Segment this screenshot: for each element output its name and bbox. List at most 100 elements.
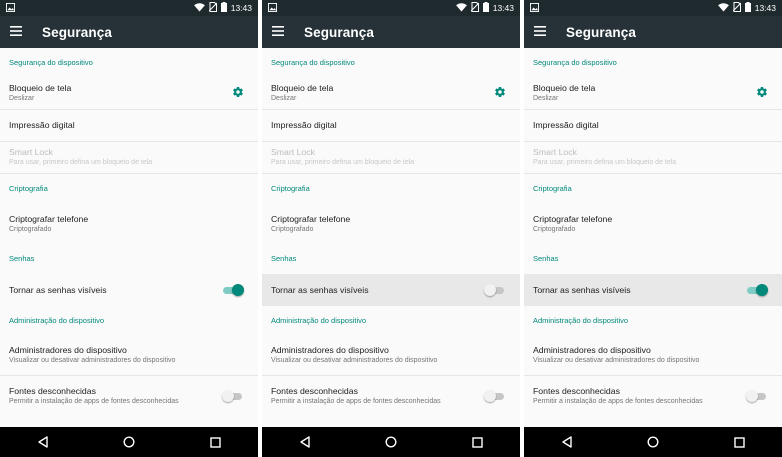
screen-lock-label: Bloqueio de tela <box>271 83 334 93</box>
section-device-admin: Administração do dispositivo <box>533 316 629 325</box>
no-sim-icon <box>208 2 218 14</box>
gear-icon[interactable] <box>756 85 768 103</box>
show-passwords-toggle[interactable] <box>222 284 244 296</box>
menu-icon[interactable] <box>10 23 22 41</box>
device-admins-item[interactable]: Administradores do dispositivo Visualiza… <box>262 336 520 376</box>
gear-icon[interactable] <box>232 85 244 103</box>
menu-icon[interactable] <box>272 23 284 41</box>
encrypt-phone-item[interactable]: Criptografar telefone Criptografado <box>0 204 258 244</box>
section-passwords: Senhas <box>271 254 297 263</box>
nav-bar <box>524 427 782 457</box>
wifi-icon <box>455 2 467 14</box>
fingerprint-item[interactable]: Impressão digital <box>262 110 520 142</box>
admins-sub: Visualizar ou desativar administradores … <box>9 357 176 364</box>
unknown-sources-toggle[interactable] <box>746 390 768 402</box>
section-device-admin: Administração do dispositivo <box>9 316 105 325</box>
screen-lock-item[interactable]: Bloqueio de tela Deslizar <box>524 78 782 110</box>
unknown-sources-item[interactable]: Fontes desconhecidas Permitir a instalaç… <box>0 376 258 416</box>
fingerprint-label: Impressão digital <box>9 120 75 130</box>
fingerprint-item[interactable]: Impressão digital <box>524 110 782 142</box>
screen-lock-item[interactable]: Bloqueio de tela Deslizar <box>0 78 258 110</box>
device-admins-item[interactable]: Administradores do dispositivo Visualiza… <box>0 336 258 376</box>
unknown-sources-toggle[interactable] <box>484 390 506 402</box>
unknown-sources-item[interactable]: Fontes desconhecidas Permitir a instalaç… <box>262 376 520 416</box>
recents-icon[interactable] <box>469 434 485 450</box>
section-device-security: Segurança do dispositivo <box>271 58 355 67</box>
admins-label: Administradores do dispositivo <box>271 345 389 355</box>
unknown-label: Fontes desconhecidas <box>533 385 620 396</box>
phone-screen-1: 13:43 Segurança Segurança do dispositivo… <box>0 0 258 457</box>
show-passwords-item[interactable]: Tornar as senhas visíveis <box>262 274 520 306</box>
encrypt-phone-item[interactable]: Criptografar telefone Criptografado <box>262 204 520 244</box>
show-passwords-toggle[interactable] <box>484 284 506 296</box>
section-crypto: Criptografia <box>271 184 310 193</box>
no-sim-icon <box>470 2 480 14</box>
screen-lock-item[interactable]: Bloqueio de tela Deslizar <box>262 78 520 110</box>
unknown-sources-item[interactable]: Fontes desconhecidas Permitir a instalaç… <box>524 376 782 416</box>
show-passwords-item[interactable]: Tornar as senhas visíveis <box>0 274 258 306</box>
image-notification-icon <box>6 2 15 14</box>
show-passwords-toggle[interactable] <box>746 284 768 296</box>
back-icon[interactable] <box>297 434 313 450</box>
device-admins-item[interactable]: Administradores do dispositivo Visualiza… <box>524 336 782 376</box>
back-icon[interactable] <box>35 434 51 450</box>
smart-lock-label: Smart Lock <box>271 147 315 157</box>
admins-label: Administradores do dispositivo <box>9 345 127 355</box>
smart-lock-sub: Para usar, primeiro defina um bloqueio d… <box>271 159 415 166</box>
smart-lock-item: Smart Lock Para usar, primeiro defina um… <box>0 142 258 174</box>
fingerprint-item[interactable]: Impressão digital <box>0 110 258 142</box>
encrypt-phone-item[interactable]: Criptografar telefone Criptografado <box>524 204 782 244</box>
recents-icon[interactable] <box>731 434 747 450</box>
home-icon[interactable] <box>645 434 661 450</box>
admins-label: Administradores do dispositivo <box>533 345 651 355</box>
gear-icon[interactable] <box>494 85 506 103</box>
page-title: Segurança <box>566 24 636 40</box>
smart-lock-label: Smart Lock <box>533 147 577 157</box>
status-bar: 13:43 <box>0 0 258 16</box>
page-title: Segurança <box>42 24 112 40</box>
unknown-sub: Permitir a instalação de apps de fontes … <box>533 397 703 405</box>
show-passwords-item[interactable]: Tornar as senhas visíveis <box>524 274 782 306</box>
menu-icon[interactable] <box>534 23 546 41</box>
home-icon[interactable] <box>121 434 137 450</box>
section-device-security: Segurança do dispositivo <box>533 58 617 67</box>
battery-icon <box>744 2 751 14</box>
screen-lock-label: Bloqueio de tela <box>9 83 72 93</box>
clock-time: 13:43 <box>754 3 776 13</box>
status-bar: 13:43 <box>262 0 520 16</box>
settings-list: Segurança do dispositivo Bloqueio de tel… <box>262 48 520 427</box>
unknown-sub: Permitir a instalação de apps de fontes … <box>271 397 441 405</box>
smart-lock-item: Smart Lock Para usar, primeiro defina um… <box>262 142 520 174</box>
app-bar: Segurança <box>262 16 520 48</box>
battery-icon <box>482 2 489 14</box>
recents-icon[interactable] <box>207 434 223 450</box>
encrypt-sub: Criptografado <box>271 225 314 233</box>
unknown-label: Fontes desconhecidas <box>9 385 96 396</box>
home-icon[interactable] <box>383 434 399 450</box>
nav-bar <box>262 427 520 457</box>
fingerprint-label: Impressão digital <box>533 120 599 130</box>
show-passwords-label: Tornar as senhas visíveis <box>9 284 107 295</box>
screen-lock-sub: Deslizar <box>271 95 297 102</box>
unknown-sources-toggle[interactable] <box>222 390 244 402</box>
back-icon[interactable] <box>559 434 575 450</box>
show-passwords-label: Tornar as senhas visíveis <box>533 284 631 295</box>
phone-screen-3: 13:43 Segurança Segurança do dispositivo… <box>524 0 782 457</box>
app-bar: Segurança <box>0 16 258 48</box>
admins-sub: Visualizar ou desativar administradores … <box>271 357 438 364</box>
smart-lock-item: Smart Lock Para usar, primeiro defina um… <box>524 142 782 174</box>
no-sim-icon <box>732 2 742 14</box>
smart-lock-label: Smart Lock <box>9 147 53 157</box>
screen-lock-sub: Deslizar <box>533 95 559 102</box>
section-crypto: Criptografia <box>9 184 48 193</box>
status-bar: 13:43 <box>524 0 782 16</box>
settings-list: Segurança do dispositivo Bloqueio de tel… <box>0 48 258 427</box>
section-crypto: Criptografia <box>533 184 572 193</box>
smart-lock-sub: Para usar, primeiro defina um bloqueio d… <box>9 159 153 166</box>
fingerprint-label: Impressão digital <box>271 120 337 130</box>
encrypt-label: Criptografar telefone <box>9 213 89 224</box>
unknown-label: Fontes desconhecidas <box>271 385 358 396</box>
phone-screen-2: 13:43 Segurança Segurança do dispositivo… <box>262 0 520 457</box>
show-passwords-label: Tornar as senhas visíveis <box>271 284 369 295</box>
section-passwords: Senhas <box>9 254 35 263</box>
